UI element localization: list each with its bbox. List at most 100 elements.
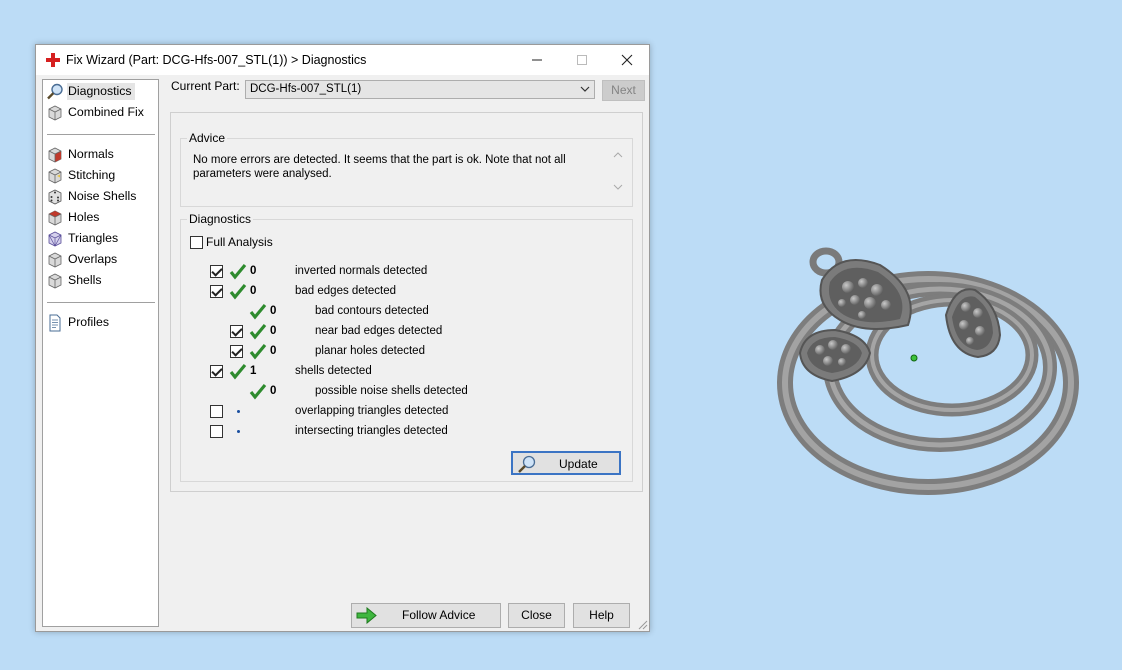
advice-group: Advice No more errors are detected. It s… [180,131,633,207]
green-check-icon [249,383,267,400]
diagnostic-row-near-bad-edges: 0 near bad edges detected [181,323,621,341]
resize-grip-icon[interactable] [637,619,648,630]
advice-title: Advice [187,131,228,145]
row-checkbox[interactable] [210,285,223,298]
green-check-icon [229,283,247,300]
cube-stitch-icon [48,168,62,183]
sidebar-item-stitching[interactable]: Stitching [46,166,156,185]
sidebar-item-shells[interactable]: Shells [46,271,156,290]
row-label: possible noise shells detected [315,385,468,397]
follow-advice-button[interactable]: Follow Advice [351,603,501,628]
sidebar-item-normals[interactable]: Normals [46,145,156,164]
diagnostic-row-shells: 1 shells detected [181,363,621,381]
row-count: 0 [270,385,277,397]
cube-icon [48,252,62,267]
minimize-button[interactable] [514,45,559,75]
row-count: 0 [270,325,277,337]
full-analysis-option[interactable]: Full Analysis [190,235,273,249]
diagnostic-row-noise-shells: 0 possible noise shells detected [181,383,621,401]
row-count: 0 [270,345,277,357]
sidebar-item-label: Combined Fix [68,105,144,119]
diagnostic-row-planar-holes: 0 planar holes detected [181,343,621,361]
row-count: 1 [250,365,257,377]
magnifier-icon [518,455,536,473]
row-label: near bad edges detected [315,325,443,337]
cube-icon [48,105,62,120]
window-title: Fix Wizard (Part: DCG-Hfs-007_STL(1)) > … [66,53,367,67]
maximize-icon [576,55,587,65]
current-part-select[interactable]: DCG-Hfs-007_STL(1) [245,80,595,99]
update-label: Update [559,457,598,471]
close-icon [621,54,632,66]
sidebar-item-holes[interactable]: Holes [46,208,156,227]
chevron-down-icon [580,86,590,92]
full-analysis-checkbox[interactable] [190,235,203,249]
sidebar-item-label: Overlaps [68,252,118,266]
cube-icon [48,273,62,288]
scroll-down-icon[interactable] [613,183,623,191]
row-label: bad contours detected [315,305,429,317]
row-label: shells detected [295,365,372,377]
row-checkbox[interactable] [230,325,243,338]
green-check-icon [249,303,267,320]
diagnostic-row-overlapping-triangles: overlapping triangles detected [181,403,621,421]
cube-red-face-icon [48,147,62,162]
diagnostics-title: Diagnostics [187,212,254,226]
diagnostics-panel: Advice No more errors are detected. It s… [170,112,643,492]
sidebar-item-label: Shells [68,273,102,287]
sidebar-item-label: Holes [68,210,100,224]
row-label: overlapping triangles detected [295,405,449,417]
dice-icon [48,189,62,204]
row-checkbox[interactable] [210,425,223,438]
sidebar-item-profiles[interactable]: Profiles [46,313,156,332]
sidebar-item-combined-fix[interactable]: Combined Fix [46,103,156,122]
close-button[interactable]: Close [508,603,565,628]
help-button[interactable]: Help [573,603,630,628]
advice-text: No more errors are detected. It seems th… [193,154,566,180]
pending-dot-icon [237,410,240,413]
row-checkbox[interactable] [210,265,223,278]
sidebar-item-noise-shells[interactable]: Noise Shells [46,187,156,206]
row-label: intersecting triangles detected [295,425,448,437]
row-checkbox[interactable] [210,405,223,418]
minimize-icon [531,59,542,61]
sidebar-item-label: Normals [68,147,114,161]
update-button[interactable]: Update [511,451,621,475]
sidebar-item-diagnostics[interactable]: Diagnostics [46,82,156,101]
diagnostic-row-intersecting-triangles: intersecting triangles detected [181,423,621,441]
sidebar-item-label: Stitching [68,168,116,182]
row-count: 0 [250,285,257,297]
cube-red-face-icon [48,210,62,225]
title-bar[interactable]: Fix Wizard (Part: DCG-Hfs-007_STL(1)) > … [36,45,649,75]
next-button[interactable]: Next [602,80,645,101]
green-check-icon [229,363,247,380]
sidebar-item-overlaps[interactable]: Overlaps [46,250,156,269]
full-analysis-label: Full Analysis [206,235,273,249]
green-check-icon [249,323,267,340]
green-arrow-icon [356,607,377,624]
pending-dot-icon [237,430,240,433]
row-count: 0 [270,305,277,317]
close-window-button[interactable] [604,45,649,75]
sidebar-divider [47,134,155,135]
diagnostic-row-bad-contours: 0 bad contours detected [181,303,621,321]
document-icon [49,314,61,331]
3d-model-pendant[interactable] [770,235,1080,495]
row-checkbox[interactable] [210,365,223,378]
sidebar: Diagnostics Combined Fix Normals Stitchi… [42,79,159,627]
fix-wizard-window: Fix Wizard (Part: DCG-Hfs-007_STL(1)) > … [35,44,650,632]
green-check-icon [229,263,247,280]
scroll-up-icon[interactable] [613,151,623,159]
follow-advice-label: Follow Advice [402,608,476,622]
diagnostic-row-bad-edges: 0 bad edges detected [181,283,621,301]
sidebar-item-label: Profiles [68,315,110,329]
maximize-button[interactable] [559,45,604,75]
row-checkbox[interactable] [230,345,243,358]
row-count: 0 [250,265,257,277]
row-label: bad edges detected [295,285,397,297]
current-part-label: Current Part: [171,79,240,93]
sidebar-item-triangles[interactable]: Triangles [46,229,156,248]
diagnostics-group: Diagnostics Full Analysis 0 inverted nor… [180,212,633,482]
sidebar-item-label: Noise Shells [68,189,137,203]
diagnostic-row-inverted-normals: 0 inverted normals detected [181,263,621,281]
